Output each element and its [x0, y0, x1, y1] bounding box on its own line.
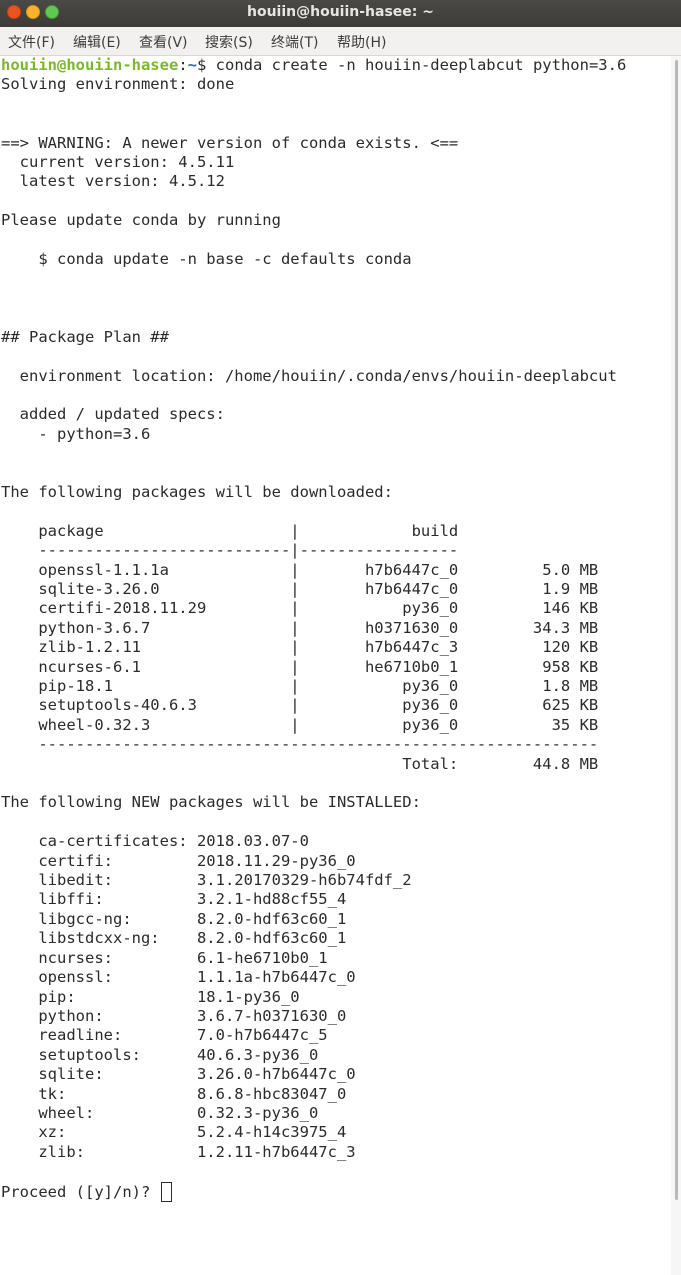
download-table-separator: ---------------------------|------------…: [1, 541, 459, 560]
new-package-row: readline: 7.0-h7b6447c_5: [1, 1026, 328, 1045]
download-row: setuptools-40.6.3 | py36_0 625 KB: [1, 696, 599, 715]
download-row: python-3.6.7 | h0371630_0 34.3 MB: [1, 618, 599, 637]
window-title: houiin@houiin-hasee: ~: [247, 4, 434, 20]
package-plan-header: ## Package Plan ##: [1, 327, 169, 346]
new-package-row: sqlite: 3.26.0-h7b6447c_0: [1, 1065, 356, 1084]
new-package-row: tk: 8.6.8-hbc83047_0: [1, 1084, 347, 1103]
environment-location-line: environment location: /home/houiin/.cond…: [1, 366, 617, 385]
new-package-row: xz: 5.2.4-h14c3975_4: [1, 1123, 347, 1142]
text-cursor[interactable]: [160, 1181, 172, 1202]
download-row: zlib-1.2.11 | h7b6447c_3 120 KB: [1, 638, 599, 657]
download-table-header: package | build: [1, 521, 459, 540]
new-package-row: libstdcxx-ng: 8.2.0-hdf63c60_1: [1, 929, 347, 948]
new-package-row: ca-certificates: 2018.03.07-0: [1, 832, 309, 851]
new-package-row: certifi: 2018.11.29-py36_0: [1, 851, 356, 870]
new-package-row: libffi: 3.2.1-hd88cf55_4: [1, 890, 347, 909]
total-line: Total: 44.8 MB: [1, 754, 599, 773]
download-header: The following packages will be downloade…: [1, 482, 393, 501]
new-package-row: libgcc-ng: 8.2.0-hdf63c60_1: [1, 909, 347, 928]
download-row: ncurses-6.1 | he6710b0_1 958 KB: [1, 657, 599, 676]
warning-line: ==> WARNING: A newer version of conda ex…: [1, 133, 459, 152]
menu-edit[interactable]: 编辑(E): [73, 32, 121, 52]
please-update-line: Please update conda by running: [1, 211, 281, 230]
new-package-row: libedit: 3.1.20170329-h6b74fdf_2: [1, 871, 412, 890]
new-package-row: openssl: 1.1.1a-h7b6447c_0: [1, 968, 356, 987]
menu-help[interactable]: 帮助(H): [337, 32, 386, 52]
new-package-row: pip: 18.1-py36_0: [1, 987, 300, 1006]
solving-line: Solving environment: done: [1, 75, 235, 94]
prompt-colon: :: [178, 56, 188, 74]
total-separator: ----------------------------------------…: [1, 735, 599, 754]
download-row: openssl-1.1.1a | h7b6447c_0 5.0 MB: [1, 560, 599, 579]
download-row: pip-18.1 | py36_0 1.8 MB: [1, 677, 599, 695]
title-bar: houiin@houiin-hasee: ~: [0, 0, 681, 27]
menu-bar: 文件(F) 编辑(E) 查看(V) 搜索(S) 终端(T) 帮助(H): [0, 27, 681, 56]
new-package-row: wheel: 0.32.3-py36_0: [1, 1103, 319, 1122]
download-row: certifi-2018.11.29 | py36_0 146 KB: [1, 599, 599, 618]
command-text: conda create -n houiin-deeplabcut python…: [206, 56, 627, 74]
prompt-path: ~: [187, 56, 197, 74]
scrollbar-thumb[interactable]: [675, 60, 678, 1200]
prompt-symbol: $: [197, 56, 207, 74]
terminal-output[interactable]: houiin@houiin-hasee:~$ conda create -n h…: [0, 56, 671, 1275]
proceed-prompt: Proceed ([y]/n)?: [1, 1182, 160, 1201]
download-row: wheel-0.32.3 | py36_0 35 KB: [1, 715, 599, 734]
specs-header: added / updated specs:: [1, 405, 225, 424]
new-packages-header: The following NEW packages will be INSTA…: [1, 793, 421, 812]
menu-file[interactable]: 文件(F): [8, 32, 55, 52]
latest-version-line: latest version: 4.5.12: [1, 172, 225, 191]
prompt-user-host: houiin@houiin-hasee: [1, 56, 179, 74]
menu-terminal[interactable]: 终端(T): [271, 32, 318, 52]
menu-view[interactable]: 查看(V): [139, 32, 188, 52]
menu-search[interactable]: 搜索(S): [205, 32, 253, 52]
update-command-line: $ conda update -n base -c defaults conda: [1, 250, 412, 269]
spec-item: - python=3.6: [1, 424, 151, 443]
new-package-row: ncurses: 6.1-he6710b0_1: [1, 948, 328, 967]
download-row: sqlite-3.26.0 | h7b6447c_0 1.9 MB: [1, 579, 599, 598]
current-version-line: current version: 4.5.11: [1, 153, 235, 172]
new-package-row: zlib: 1.2.11-h7b6447c_3: [1, 1142, 356, 1161]
new-package-row: python: 3.6.7-h0371630_0: [1, 1006, 347, 1025]
prompt-line: houiin@houiin-hasee:~$ conda create -n h…: [1, 56, 626, 74]
new-package-row: setuptools: 40.6.3-py36_0: [1, 1045, 319, 1064]
